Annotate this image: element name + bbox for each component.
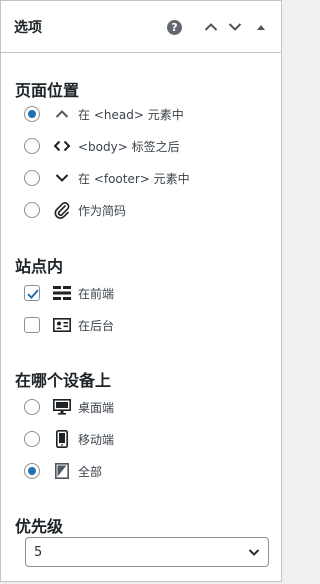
mobile-icon: [52, 429, 72, 449]
site-option-frontend[interactable]: 在前端: [24, 282, 114, 304]
header-actions: ?: [167, 1, 273, 53]
triangle-up-icon: [257, 25, 265, 30]
radio-button[interactable]: [24, 399, 40, 415]
position-option-shortcode[interactable]: 作为简码: [24, 199, 126, 221]
priority-value: 5: [34, 544, 43, 560]
chevron-up-icon: [204, 23, 218, 31]
priority-select[interactable]: 5: [25, 537, 269, 567]
admin-icon: [52, 315, 72, 335]
device-option-all[interactable]: 全部: [24, 460, 102, 482]
checkbox[interactable]: [24, 317, 40, 333]
all-devices-icon: [52, 461, 72, 481]
options-panel: 选项 ? 页面位置 在 <head> 元素中 <body> 标签之后 在 <fo…: [0, 0, 282, 582]
option-label: 全部: [78, 464, 103, 479]
code-icon: [52, 136, 72, 156]
option-label: 在后台: [78, 318, 115, 333]
site-option-admin[interactable]: 在后台: [24, 314, 114, 336]
panel-header: 选项 ?: [1, 1, 281, 53]
option-label: 作为简码: [78, 203, 127, 218]
device-option-mobile[interactable]: 移动端: [24, 428, 114, 450]
help-icon[interactable]: ?: [167, 19, 182, 35]
site-heading: 站点内: [15, 257, 64, 276]
option-label: 在 <head> 元素中: [78, 107, 184, 122]
chevron-down-icon: [248, 549, 260, 556]
radio-button[interactable]: [24, 202, 40, 218]
checkbox[interactable]: [24, 285, 40, 301]
option-label: <body> 标签之后: [78, 139, 180, 154]
panel-title: 选项: [14, 19, 42, 36]
radio-button[interactable]: [24, 106, 40, 122]
position-option-head[interactable]: 在 <head> 元素中: [24, 103, 184, 125]
chevron-up-icon: [52, 104, 72, 124]
position-heading: 页面位置: [15, 81, 80, 100]
device-option-desktop[interactable]: 桌面端: [24, 396, 114, 418]
move-down-button[interactable]: [223, 15, 247, 39]
option-label: 在 <footer> 元素中: [78, 171, 190, 186]
position-option-body[interactable]: <body> 标签之后: [24, 135, 180, 157]
position-option-footer[interactable]: 在 <footer> 元素中: [24, 167, 190, 189]
chevron-down-icon: [228, 23, 242, 31]
option-label: 移动端: [78, 432, 115, 447]
radio-button[interactable]: [24, 463, 40, 479]
move-up-button[interactable]: [199, 15, 223, 39]
radio-button[interactable]: [24, 431, 40, 447]
radio-button[interactable]: [24, 170, 40, 186]
device-heading: 在哪个设备上: [15, 371, 112, 390]
chevron-down-icon: [52, 168, 72, 188]
radio-button[interactable]: [24, 138, 40, 154]
priority-heading: 优先级: [15, 517, 64, 536]
desktop-icon: [52, 397, 72, 417]
option-label: 在前端: [78, 286, 115, 301]
toggle-panel-button[interactable]: [249, 15, 273, 39]
paperclip-icon: [52, 200, 72, 220]
frontend-icon: [52, 283, 72, 303]
option-label: 桌面端: [78, 400, 115, 415]
